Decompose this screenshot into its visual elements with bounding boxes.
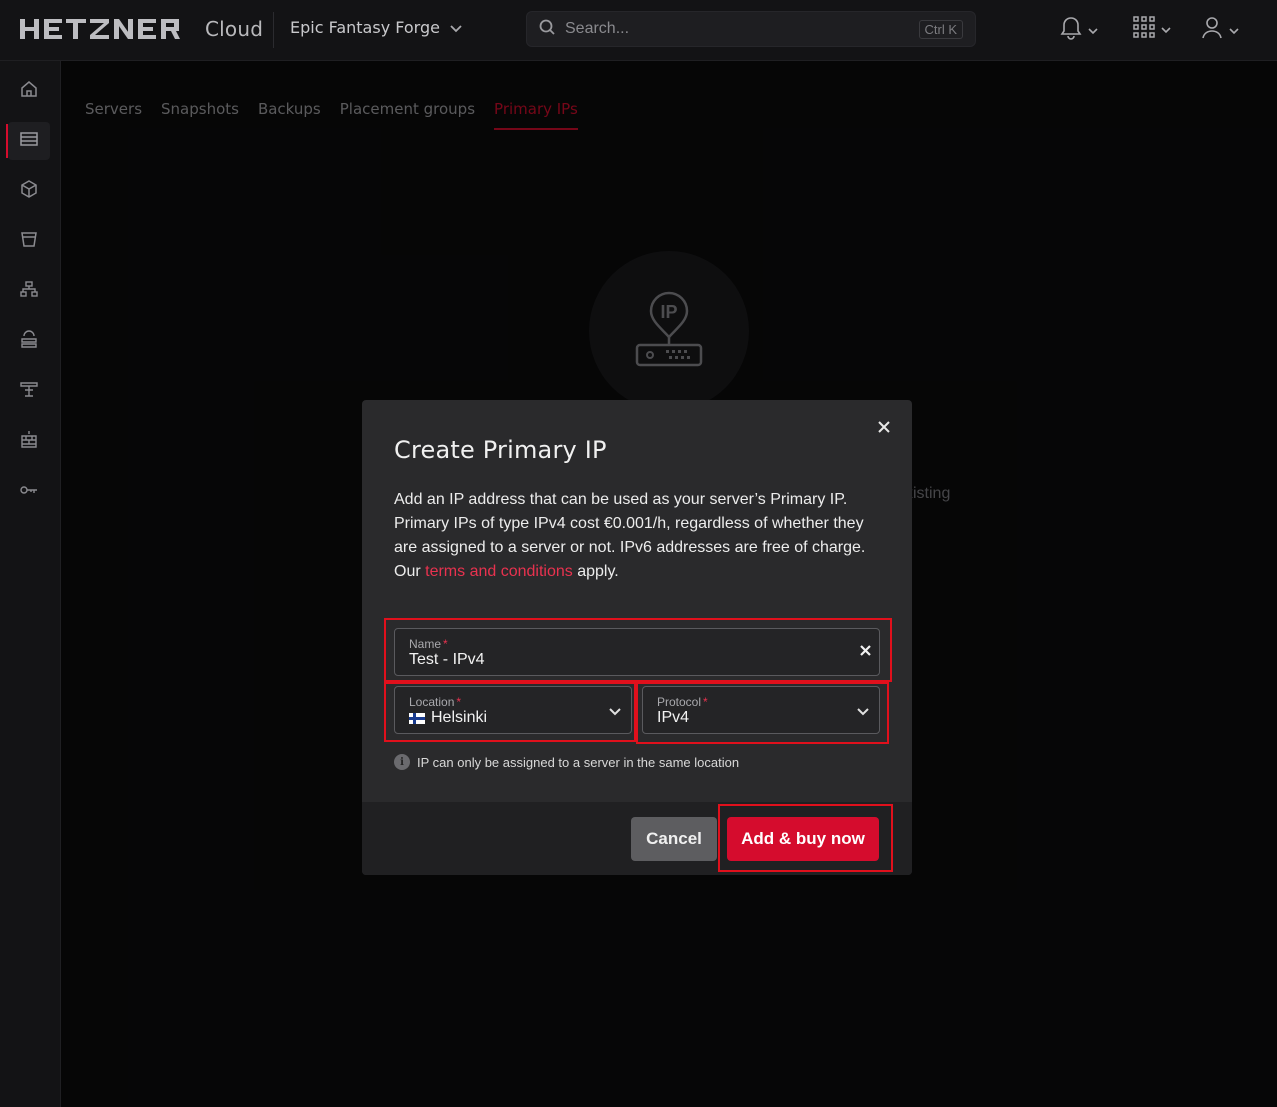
sidebar-item-home[interactable] (8, 72, 50, 110)
chevron-down-icon (450, 18, 462, 37)
chevron-down-icon (857, 703, 869, 721)
apps-menu-button[interactable] (1133, 16, 1171, 43)
finland-flag-icon (409, 712, 425, 724)
add-and-buy-button[interactable]: Add & buy now (727, 817, 879, 861)
name-field[interactable]: Name * Test - IPv4 (394, 628, 880, 676)
ssh-key-icon (20, 482, 38, 500)
location-hint: i IP can only be assigned to a server in… (394, 754, 739, 770)
chevron-down-icon (1088, 22, 1098, 40)
sidebar-item-floating-ips[interactable] (8, 372, 50, 410)
servers-icon (20, 131, 38, 151)
user-menu-button[interactable] (1201, 16, 1239, 45)
protocol-label: Protocol * (657, 695, 708, 709)
protocol-select[interactable]: Protocol * IPv4 (642, 686, 880, 734)
close-icon (860, 643, 871, 660)
sidebar-item-security[interactable] (8, 472, 50, 510)
sidebar-item-load-balancers[interactable] (8, 322, 50, 360)
project-switcher[interactable]: Epic Fantasy Forge (290, 18, 462, 37)
protocol-value: IPv4 (657, 709, 690, 726)
volumes-icon (20, 179, 38, 203)
chevron-down-icon (609, 703, 621, 721)
top-bar: Cloud Epic Fantasy Forge Search... Ctrl … (0, 0, 1277, 61)
sidebar-item-volumes[interactable] (8, 172, 50, 210)
load-balancer-icon (20, 329, 38, 353)
hetzner-logo[interactable] (20, 14, 192, 44)
clear-input-button[interactable] (860, 643, 871, 661)
location-label: Location * (409, 695, 462, 709)
description-text: Add an IP address that can be used as yo… (394, 491, 866, 556)
bell-icon (1060, 16, 1082, 45)
sidebar-item-firewalls[interactable] (8, 422, 50, 460)
location-select[interactable]: Location * Helsinki (394, 686, 632, 734)
notifications-button[interactable] (1060, 16, 1098, 45)
create-primary-ip-dialog: Create Primary IP Add an IP address that… (362, 400, 912, 875)
terms-link[interactable]: terms and conditions (425, 563, 573, 580)
grid-icon (1133, 16, 1155, 43)
info-icon: i (394, 754, 410, 770)
name-value: Test - IPv4 (409, 651, 485, 668)
product-label: Cloud (205, 17, 264, 41)
close-icon (878, 417, 890, 437)
dialog-title: Create Primary IP (394, 436, 607, 464)
sidebar-item-servers[interactable] (6, 122, 50, 160)
sidebar-item-storage[interactable] (8, 222, 50, 260)
network-icon (20, 280, 38, 302)
search-shortcut: Ctrl K (918, 19, 963, 39)
search-input[interactable]: Search... Ctrl K (526, 11, 976, 47)
name-label: Name * (409, 637, 448, 651)
home-icon (20, 80, 38, 103)
location-value: Helsinki (431, 709, 488, 726)
close-button[interactable] (875, 418, 893, 436)
terms-prefix: Our (394, 563, 426, 580)
user-icon (1201, 16, 1223, 45)
dialog-description: Add an IP address that can be used as yo… (394, 488, 874, 584)
sidebar (0, 61, 61, 1107)
chevron-down-icon (1229, 22, 1239, 40)
floating-ip-icon (20, 381, 38, 402)
search-icon (539, 19, 555, 40)
sidebar-item-networks[interactable] (8, 272, 50, 310)
cancel-button[interactable]: Cancel (631, 817, 717, 861)
firewall-icon (20, 430, 38, 453)
location-hint-text: IP can only be assigned to a server in t… (417, 754, 740, 770)
dialog-footer: Cancel Add & buy now (362, 802, 912, 875)
search-placeholder: Search... (565, 20, 630, 37)
project-name: Epic Fantasy Forge (290, 18, 440, 37)
chevron-down-icon (1161, 21, 1171, 39)
location-value-wrap: Helsinki (409, 709, 487, 727)
terms-suffix: apply. (572, 563, 619, 580)
storage-bucket-icon (20, 230, 38, 253)
header-divider (273, 12, 274, 48)
